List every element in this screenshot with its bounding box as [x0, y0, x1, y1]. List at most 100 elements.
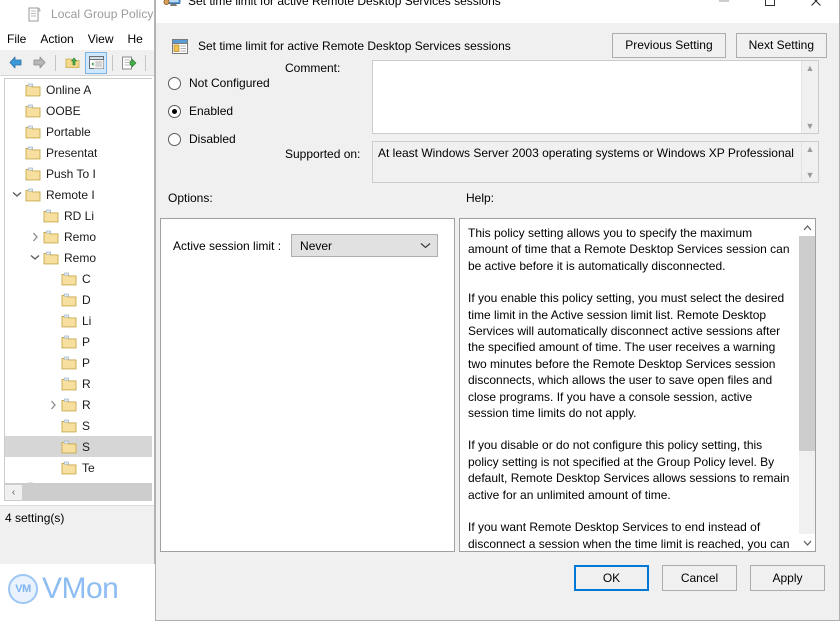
help-paragraph: This policy setting allows you to specif… — [468, 225, 790, 274]
tree-item[interactable]: S — [5, 436, 152, 457]
close-button[interactable] — [793, 0, 839, 23]
tree-item[interactable]: P — [5, 352, 152, 373]
chevron-right-icon[interactable] — [45, 394, 61, 415]
tree-item[interactable]: R — [5, 394, 152, 415]
tree-item[interactable]: R — [5, 373, 152, 394]
previous-setting-button[interactable]: Previous Setting — [612, 33, 725, 58]
scroll-left-arrow-icon[interactable]: ‹ — [5, 485, 22, 500]
menu-view[interactable]: View — [81, 30, 121, 48]
tree-item[interactable]: OOBE — [5, 100, 152, 121]
tree-item[interactable]: RD Li — [5, 205, 152, 226]
tree-twisty-spacer — [9, 142, 25, 163]
folder-icon — [61, 419, 77, 433]
menu-help[interactable]: He — [121, 30, 150, 48]
folder-icon — [25, 104, 41, 118]
policy-state-area: Not Configured Enabled Disabled Comment:… — [156, 69, 839, 197]
tree-item[interactable]: Te — [5, 457, 152, 478]
radio-disabled[interactable]: Disabled — [168, 125, 270, 153]
chevron-down-icon[interactable] — [27, 247, 43, 268]
folder-icon — [25, 188, 41, 202]
minimize-button[interactable] — [701, 0, 747, 23]
gpe-window-bottom-filler — [0, 529, 155, 564]
tree-item[interactable]: Push To I — [5, 163, 152, 184]
next-setting-button[interactable]: Next Setting — [736, 33, 827, 58]
chevron-up-icon[interactable]: ▲ — [806, 63, 815, 73]
tree-item[interactable]: Portable — [5, 121, 152, 142]
menu-action[interactable]: Action — [33, 30, 80, 48]
tree-item-label: Li — [82, 314, 91, 328]
comment-field[interactable]: ▲ ▼ — [372, 60, 819, 134]
chevron-down-icon[interactable]: ▼ — [806, 170, 815, 180]
tree-item[interactable]: Remo — [5, 247, 152, 268]
cancel-button[interactable]: Cancel — [662, 565, 737, 591]
tree-twisty-spacer — [27, 205, 43, 226]
tree-twisty-spacer — [9, 163, 25, 184]
tree-item[interactable]: S — [5, 415, 152, 436]
tree-item-label: S — [82, 419, 90, 433]
chevron-up-icon[interactable] — [803, 219, 812, 236]
tree-twisty-spacer — [9, 79, 25, 100]
tree-item-label: Online A — [46, 83, 91, 97]
chevron-down-icon[interactable]: ▼ — [806, 121, 815, 131]
help-scroll-track[interactable] — [799, 236, 816, 534]
toolbar-separator-1 — [55, 55, 56, 71]
up-folder-icon[interactable] — [61, 52, 83, 74]
radio-not-configured-indicator[interactable] — [168, 77, 181, 90]
tree-item-label: Remo — [64, 230, 96, 244]
radio-not-configured[interactable]: Not Configured — [168, 69, 270, 97]
radio-enabled[interactable]: Enabled — [168, 97, 270, 125]
tree-item-label: R — [82, 377, 91, 391]
hscroll-thumb[interactable] — [22, 485, 152, 500]
chevron-down-icon[interactable] — [9, 184, 25, 205]
chevron-right-icon[interactable] — [27, 226, 43, 247]
dialog-titlebar[interactable]: Set time limit for active Remote Desktop… — [156, 0, 839, 23]
tree-item[interactable]: P — [5, 331, 152, 352]
ok-button[interactable]: OK — [574, 565, 649, 591]
supported-on-label: Supported on: — [285, 147, 360, 161]
radio-enabled-label: Enabled — [189, 104, 233, 118]
radio-disabled-label: Disabled — [189, 132, 236, 146]
help-scroll-thumb[interactable] — [799, 236, 816, 451]
export-list-icon[interactable] — [118, 52, 140, 74]
tree-item[interactable]: Remo — [5, 226, 152, 247]
tree-item[interactable]: D — [5, 289, 152, 310]
radio-disabled-indicator[interactable] — [168, 133, 181, 146]
folder-icon — [43, 209, 59, 223]
tree-twisty-spacer — [45, 373, 61, 394]
radio-enabled-indicator[interactable] — [168, 105, 181, 118]
screen-root: Local Group Policy Editor File Action Vi… — [0, 0, 840, 621]
tree-item[interactable]: Li — [5, 310, 152, 331]
folder-icon — [25, 167, 41, 181]
tree-twisty-spacer — [45, 310, 61, 331]
policy-setting-icon — [171, 38, 189, 55]
tree-item[interactable]: Online A — [5, 79, 152, 100]
tree-item[interactable]: Presentat — [5, 142, 152, 163]
back-icon[interactable] — [4, 52, 26, 74]
tree-item[interactable]: C — [5, 268, 152, 289]
tree-twisty-spacer — [45, 436, 61, 457]
chevron-up-icon[interactable]: ▲ — [806, 144, 815, 154]
vmon-badge: VM — [8, 574, 38, 604]
active-session-limit-row: Active session limit : Never — [173, 234, 454, 257]
folder-icon — [61, 398, 77, 412]
help-scrollbar[interactable] — [798, 219, 815, 551]
chevron-down-icon[interactable] — [803, 534, 812, 551]
help-label: Help: — [466, 191, 494, 205]
help-paragraph: If you disable or do not configure this … — [468, 437, 790, 503]
comment-scrollbar[interactable]: ▲ ▼ — [801, 61, 818, 133]
forward-icon[interactable] — [28, 52, 50, 74]
supported-on-scrollbar[interactable]: ▲ ▼ — [801, 142, 818, 182]
tree-item-label: RD Li — [64, 209, 94, 223]
tree-horizontal-scrollbar[interactable]: ‹ — [4, 484, 152, 501]
menu-file[interactable]: File — [0, 30, 33, 48]
console-tree[interactable]: Online AOOBEPortablePresentatPush To IRe… — [4, 78, 152, 484]
active-session-limit-dropdown[interactable]: Never — [291, 234, 438, 257]
tree-twisty-spacer — [45, 415, 61, 436]
folder-icon — [61, 356, 77, 370]
maximize-button[interactable] — [747, 0, 793, 23]
show-hide-tree-icon[interactable] — [85, 52, 107, 74]
comment-text[interactable] — [373, 61, 801, 133]
tree-item[interactable]: Remote I — [5, 184, 152, 205]
folder-icon — [25, 125, 41, 139]
apply-button[interactable]: Apply — [750, 565, 825, 591]
